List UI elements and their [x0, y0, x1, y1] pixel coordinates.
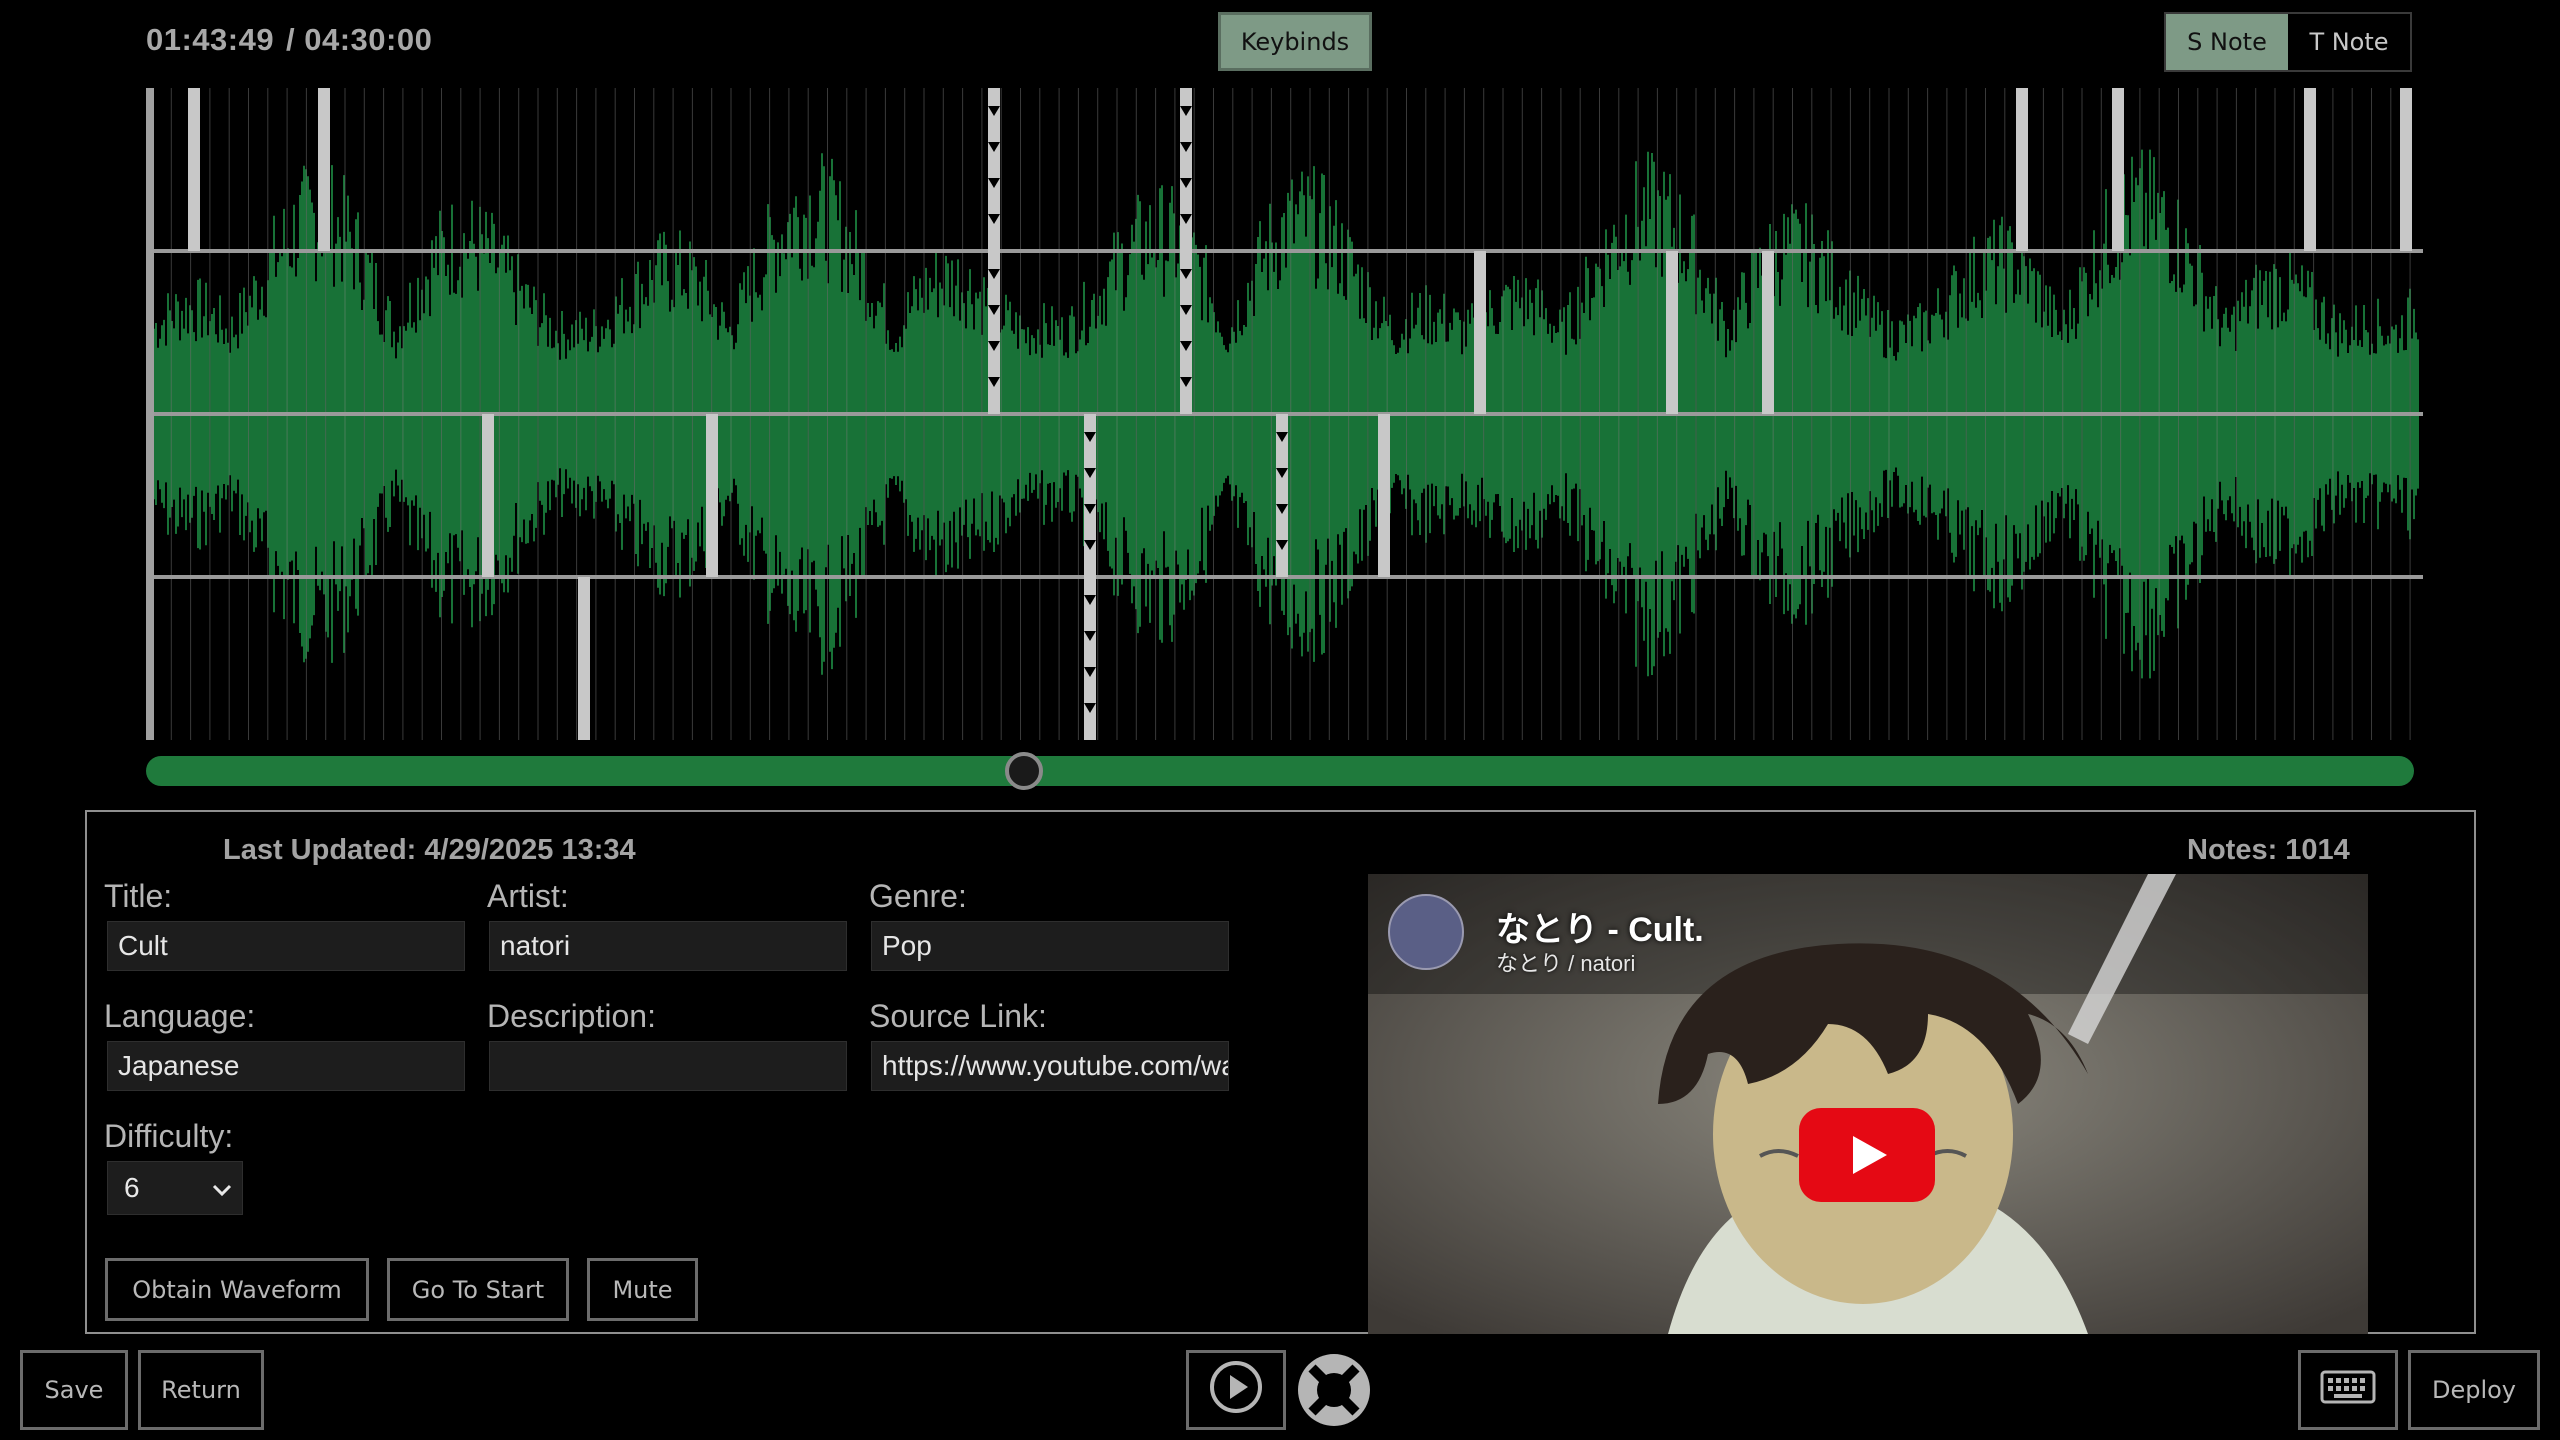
- chevron-down-icon: [212, 1172, 232, 1204]
- current-time: 01:43:49: [146, 22, 275, 57]
- title-input[interactable]: Cult: [107, 921, 465, 971]
- source-link-label: Source Link:: [869, 998, 1047, 1034]
- artist-input[interactable]: natori: [489, 921, 847, 971]
- genre-label: Genre:: [869, 878, 967, 914]
- tap-note[interactable]: [578, 577, 590, 740]
- tap-note[interactable]: [188, 88, 200, 251]
- s-note-button[interactable]: S Note: [2166, 14, 2288, 70]
- difficulty-select[interactable]: 6: [107, 1161, 243, 1215]
- play-icon: [1208, 1359, 1264, 1421]
- note-mode-toggle: S Note T Note: [2164, 12, 2412, 72]
- description-label: Description:: [487, 998, 656, 1034]
- description-input[interactable]: [489, 1041, 847, 1091]
- save-button[interactable]: Save: [20, 1350, 128, 1430]
- tap-note[interactable]: [1378, 414, 1390, 577]
- language-label: Language:: [104, 998, 256, 1034]
- difficulty-value: 6: [124, 1172, 140, 1203]
- lifebuoy-icon[interactable]: [1294, 1350, 1374, 1430]
- last-updated: Last Updated: 4/29/2025 13:34: [223, 834, 636, 866]
- go-to-start-button[interactable]: Go To Start: [387, 1258, 569, 1321]
- waveform-timeline[interactable]: [146, 88, 2423, 740]
- tap-note[interactable]: [706, 414, 718, 577]
- play-button[interactable]: [1186, 1350, 1286, 1430]
- source-link-input[interactable]: https://www.youtube.com/wa: [871, 1041, 1229, 1091]
- tap-note[interactable]: [2400, 88, 2412, 251]
- total-time: / 04:30:00: [286, 22, 433, 57]
- title-label: Title:: [104, 878, 173, 914]
- tap-note[interactable]: [482, 414, 494, 577]
- tap-note[interactable]: [318, 88, 330, 251]
- return-button[interactable]: Return: [138, 1350, 264, 1430]
- playhead-handle[interactable]: [1004, 752, 1043, 790]
- language-input[interactable]: Japanese: [107, 1041, 465, 1091]
- keyboard-button[interactable]: [2298, 1350, 2398, 1430]
- tap-note[interactable]: [1762, 251, 1774, 414]
- notes-count: Notes: 1014: [2187, 834, 2350, 866]
- keybinds-button[interactable]: Keybinds: [1218, 12, 1372, 71]
- timeline-scrollbar[interactable]: [146, 752, 2414, 790]
- channel-avatar[interactable]: [1388, 894, 1464, 970]
- t-note-button[interactable]: T Note: [2288, 14, 2410, 70]
- obtain-waveform-button[interactable]: Obtain Waveform: [105, 1258, 369, 1321]
- tap-note[interactable]: [2016, 88, 2028, 251]
- timeline-start-line: [146, 88, 154, 740]
- mute-button[interactable]: Mute: [587, 1258, 698, 1321]
- genre-input[interactable]: Pop: [871, 921, 1229, 971]
- tap-note[interactable]: [1474, 251, 1486, 414]
- video-title[interactable]: なとり - Cult.: [1496, 902, 1704, 951]
- youtube-play-icon[interactable]: [1799, 1108, 1935, 1202]
- tap-note[interactable]: [2112, 88, 2124, 251]
- keyboard-icon: [2320, 1370, 2376, 1410]
- artist-label: Artist:: [487, 878, 569, 914]
- deploy-button[interactable]: Deploy: [2408, 1350, 2540, 1430]
- video-channel: なとり / natori: [1496, 951, 1636, 976]
- difficulty-label: Difficulty:: [104, 1118, 234, 1154]
- video-embed[interactable]: なとり - Cult. なとり / natori: [1368, 874, 2368, 1334]
- tap-note[interactable]: [2304, 88, 2316, 251]
- tap-note[interactable]: [1666, 251, 1678, 414]
